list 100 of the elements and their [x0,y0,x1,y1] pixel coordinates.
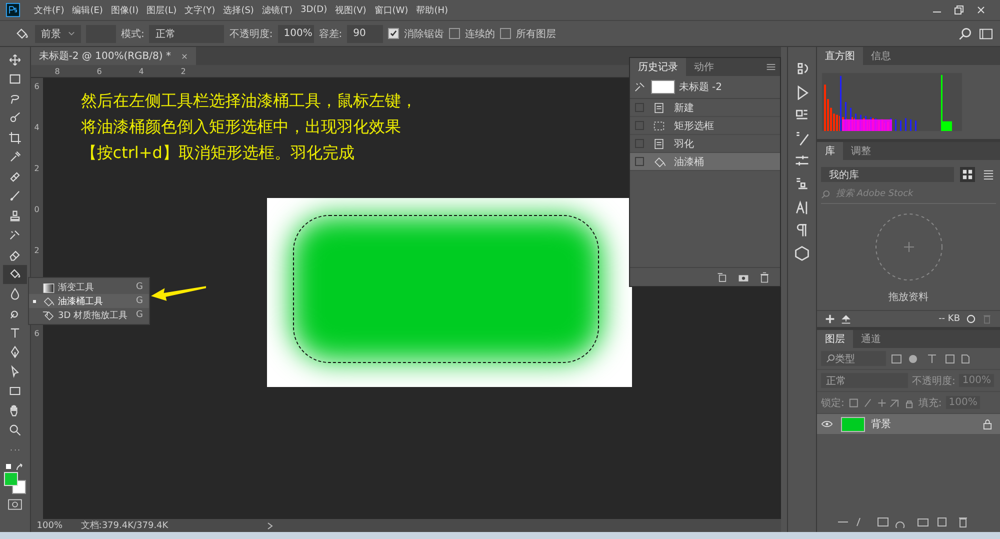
menu-item[interactable]: 3D(D) [296,5,332,15]
history-brush-icon[interactable] [8,228,22,242]
document-icon [652,136,666,150]
fill-source-dropdown[interactable]: 前景 [35,24,81,42]
close-icon[interactable] [976,5,986,15]
checkmark-icon [390,30,398,37]
opacity-field[interactable]: 100% [278,24,314,42]
layer-thumbnail [841,416,865,432]
panel-tab[interactable]: 库 [817,142,843,160]
color-swatches-icon[interactable] [4,472,26,494]
tolerance-field[interactable]: 90 [347,24,384,42]
ruler-label: 4 [138,66,145,76]
new-document-icon[interactable] [716,272,728,282]
bandage-icon[interactable] [8,170,22,184]
checkbox[interactable] [500,28,512,39]
ruler-label: 2 [34,246,40,255]
ruler-label: 6 [34,82,40,91]
brush-icon[interactable] [8,189,22,204]
filter-icons-drawing[interactable] [890,352,970,364]
history-step[interactable]: 新建 [630,99,780,117]
search-icon [826,354,835,363]
panel-icon[interactable] [794,176,810,192]
snapshot-label: 未标题 -2 [678,80,722,94]
panel-tab[interactable]: 历史记录 [630,58,686,76]
upload-icon[interactable] [841,314,851,324]
checkbox[interactable] [388,28,400,39]
checkbox-label: 所有图层 [516,28,556,40]
flyout-item[interactable]: 3D 材质拖放工具 G [29,308,149,322]
menu-item[interactable]: 文件(F) [30,4,68,16]
mode-dropdown[interactable]: 正常 [149,24,224,42]
swap-colors-icon[interactable] [4,462,25,472]
library-dropdown[interactable]: 我的库 [821,167,954,182]
menu-item[interactable]: 图层(L) [142,4,181,16]
zoom-level[interactable]: 100% [36,520,63,530]
trash-icon[interactable] [758,272,770,282]
menu-item[interactable]: 图像(I) [106,4,143,16]
snapshot-thumbnail [650,80,675,94]
panel-tab[interactable]: 图层 [817,330,853,348]
panel-tab[interactable]: 调整 [843,142,879,160]
checkbox[interactable] [449,28,460,39]
ruler-label: 2 [180,66,187,76]
document-size: 文档:379.4K/379.4K [80,520,168,532]
instruction-text: 【按ctrl+d】取消矩形选框。羽化完成 [80,142,354,164]
opacity-label: 不透明度: [229,28,273,40]
instruction-text: 然后在左侧工具栏选择油漆桶工具，鼠标左键， [80,90,417,112]
panel-icon[interactable] [794,245,810,261]
layer-filter-dropdown[interactable]: 类型 [821,351,886,366]
layer-name: 背景 [871,418,891,431]
lock-options-drawing[interactable] [848,396,914,408]
menu-item[interactable]: 帮助(H) [412,4,452,16]
history-step[interactable]: 油漆桶 [630,153,780,171]
flyout-item[interactable]: 渐变工具 G [29,280,149,294]
rectangle-select-icon[interactable] [8,72,22,86]
fill-label: 填充: [918,396,942,410]
tool-button[interactable] [2,264,27,284]
eyedropper-icon[interactable] [8,150,22,164]
layer-row[interactable]: 背景 [817,414,1000,434]
document-icon [652,100,666,114]
plus-icon[interactable] [825,314,835,324]
rectangle-select-icon [652,118,666,132]
arrow-right-icon[interactable] [266,522,274,530]
menu-item[interactable]: 文字(Y) [180,4,220,16]
lock-label: 锁定: [821,396,844,410]
zoom-icon[interactable] [8,423,22,438]
search-icon [821,190,830,198]
ruler-label: 4 [34,123,40,132]
opacity-label: 不透明度: [912,374,956,388]
menu-item[interactable]: 编辑(E) [68,4,107,16]
flyout-item[interactable]: 油漆桶工具 G [29,294,149,308]
ruler-label: 2 [34,164,40,173]
grid-view-icon[interactable] [960,167,975,182]
app-logo-icon [6,3,20,17]
blend-mode-dropdown[interactable]: 正常 [821,373,908,388]
panel-tab[interactable]: 动作 [686,58,722,76]
menu-item[interactable]: 窗口(W) [370,4,412,16]
panel-icon[interactable] [794,130,810,146]
checkbox-label: 连续的 [465,28,496,40]
drop-label: 拖放资料 [888,290,928,304]
caret-icon [68,31,75,36]
gradient-icon [41,280,55,294]
restore-icon[interactable] [954,5,964,15]
quick-mask-icon[interactable] [6,498,23,510]
panel-menu-icon[interactable] [766,62,776,72]
menu-item[interactable]: 选择(S) [219,4,258,16]
menu-item[interactable]: 滤镜(T) [258,4,296,16]
history-step[interactable]: 矩形选框 [630,117,780,135]
panel-tab[interactable]: 直方图 [817,47,863,65]
ruler-label: 6 [34,329,40,338]
stamp-icon[interactable] [8,208,22,223]
crop-icon[interactable] [8,130,22,145]
paint-bucket-icon [41,308,55,322]
panel-tab[interactable]: 通道 [853,330,889,348]
menu-item[interactable]: 视图(V) [331,4,370,16]
bucket-icon[interactable] [14,26,30,42]
search-icon[interactable] [957,26,973,42]
document-tab[interactable]: 未标题-2 @ 100%(RGB/8) * [30,47,196,65]
close-icon[interactable] [180,52,188,60]
panel-tab[interactable]: 信息 [863,47,899,65]
move-icon[interactable] [8,52,22,67]
ruler-label: 6 [96,66,103,76]
